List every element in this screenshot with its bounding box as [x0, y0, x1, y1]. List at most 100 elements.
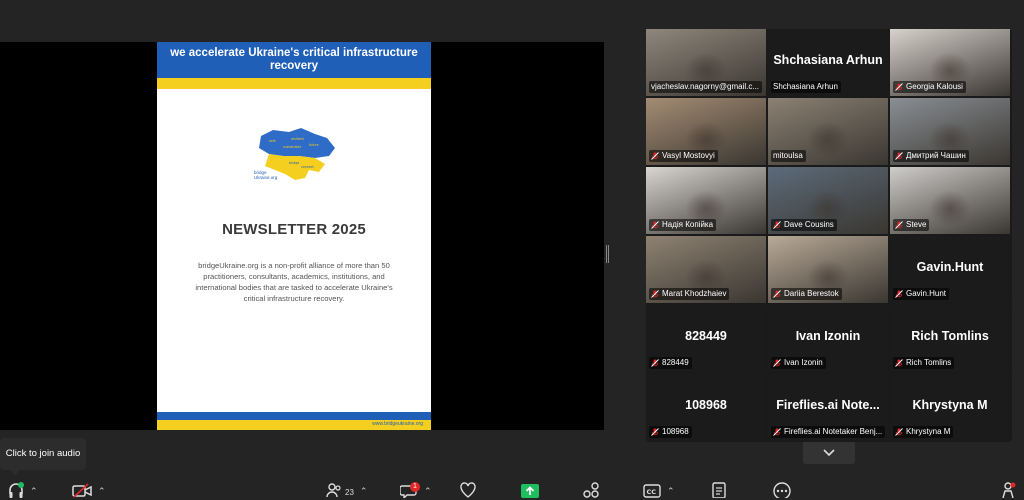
slide-description: bridgeUkraine.org is a non-profit allian… — [195, 261, 393, 303]
participant-name-label: Dave Cousins — [771, 219, 837, 231]
slide-banner: we accelerate Ukraine's critical infrast… — [157, 42, 431, 78]
join-audio-tooltip: Click to join audio — [0, 438, 86, 475]
participant-name: Georgia Kalousi — [906, 82, 963, 91]
participant-display-name: Fireflies.ai Note... — [776, 398, 880, 412]
slide-brand: bridge Ukraine.org — [254, 170, 278, 180]
participant-name-label: Gavin.Hunt — [893, 288, 950, 300]
participant-name: Дмитрий Чашин — [906, 151, 966, 160]
participant-name-label: Vasyl Mostovyi — [649, 150, 718, 162]
more-button[interactable] — [773, 482, 791, 500]
shared-screen: we accelerate Ukraine's critical infrast… — [0, 42, 604, 430]
mic-muted-icon — [895, 221, 903, 229]
participant-name: Ivan Izonin — [784, 358, 823, 367]
participant-display-name: Ivan Izonin — [795, 329, 861, 343]
participant-name-label: Khrystyna M — [893, 426, 954, 438]
headphones-icon — [9, 482, 24, 498]
participant-name: Dariia Berestok — [784, 289, 839, 298]
captions-chevron-icon[interactable]: ⌃ — [667, 486, 675, 497]
slide-yellow-stripe — [157, 78, 431, 89]
participant-name-label: 108968 — [649, 426, 692, 438]
mic-muted-icon — [895, 359, 903, 367]
mic-muted-icon — [895, 152, 903, 160]
participant-tile[interactable]: Marat Khodzhaiev — [646, 236, 766, 303]
svg-text:safe: safe — [269, 139, 276, 143]
participant-name-label: Georgia Kalousi — [893, 81, 966, 93]
reactions-button[interactable] — [460, 482, 476, 500]
participant-tile[interactable]: Dariia Berestok — [768, 236, 888, 303]
mic-muted-icon — [651, 359, 659, 367]
participant-name-label: mitoulsa — [771, 150, 806, 162]
svg-text:bridge: bridge — [289, 161, 299, 165]
leave-button[interactable] — [1000, 482, 1016, 500]
participants-button[interactable]: 23 ⌃ — [326, 482, 367, 500]
participant-tile[interactable]: 108968 108968 — [646, 374, 766, 441]
slide-footer-blue — [157, 412, 431, 420]
splitter-handle[interactable] — [606, 245, 609, 263]
participant-name-label: Rich Tomlins — [893, 357, 955, 369]
meeting-toolbar: ⌃ ⌃ 23 ⌃ 1 ⌃ CC ⌃ — [0, 478, 1024, 500]
collapse-gallery-button[interactable] — [803, 442, 855, 464]
closed-captions-icon: CC — [643, 484, 661, 498]
participant-tile[interactable]: Georgia Kalousi — [890, 29, 1010, 96]
mic-muted-icon — [773, 359, 781, 367]
participant-name-label: Shchasiana Arhun — [771, 81, 841, 93]
participant-name: Steve — [906, 220, 927, 229]
participants-icon — [326, 483, 341, 498]
participant-name-label: Дмитрий Чашин — [893, 150, 969, 162]
participant-tile[interactable]: 828449 828449 — [646, 305, 766, 372]
participant-name: Khrystyna M — [906, 427, 951, 436]
newsletter-slide: we accelerate Ukraine's critical infrast… — [157, 42, 431, 430]
video-options-chevron-icon[interactable]: ⌃ — [98, 486, 106, 497]
mic-muted-icon — [773, 290, 781, 298]
notes-icon — [712, 482, 726, 498]
participant-name: Rich Tomlins — [906, 358, 952, 367]
participant-tile[interactable]: Дмитрий Чашин — [890, 98, 1010, 165]
mic-muted-icon — [773, 428, 781, 436]
captions-button[interactable]: CC ⌃ — [643, 482, 675, 500]
svg-text:CC: CC — [647, 488, 657, 496]
participant-name-label: Dariia Berestok — [771, 288, 842, 300]
mic-muted-icon — [651, 428, 659, 436]
svg-text:connect: connect — [301, 165, 314, 169]
participant-name: Fireflies.ai Notetaker Benj... — [784, 427, 883, 436]
participant-name: 828449 — [662, 358, 689, 367]
mic-muted-icon — [895, 428, 903, 436]
person-icon — [1002, 482, 1016, 498]
participant-name-label: Steve — [893, 219, 930, 231]
start-video-button[interactable]: ⌃ — [72, 482, 106, 500]
participant-name-label: Надія Копійка — [649, 219, 717, 231]
share-screen-button[interactable] — [521, 482, 539, 500]
participant-name-label: Ivan Izonin — [771, 357, 826, 369]
participant-tile[interactable]: Надія Копійка — [646, 167, 766, 234]
participant-tile[interactable]: vjacheslav.nagorny@gmail.c... — [646, 29, 766, 96]
participant-tile[interactable]: Shchasiana Arhun Shchasiana Arhun — [768, 29, 888, 96]
participant-tile[interactable]: Dave Cousins — [768, 167, 888, 234]
chat-chevron-icon[interactable]: ⌃ — [424, 486, 432, 497]
chat-unread-badge: 1 — [410, 482, 420, 492]
participant-tile[interactable]: Fireflies.ai Note... Fireflies.ai Notetak… — [768, 374, 888, 441]
participant-tile[interactable]: Gavin.Hunt Gavin.Hunt — [890, 236, 1010, 303]
participant-name-label: Fireflies.ai Notetaker Benj... — [771, 426, 885, 438]
participant-tile[interactable]: Vasyl Mostovyi — [646, 98, 766, 165]
audio-options-chevron-icon[interactable]: ⌃ — [30, 486, 38, 497]
participant-display-name: 108968 — [685, 398, 727, 412]
join-audio-button[interactable]: ⌃ — [8, 482, 38, 500]
more-icon — [773, 482, 791, 498]
mic-muted-icon — [651, 221, 659, 229]
participants-count: 23 — [345, 488, 354, 497]
participants-chevron-icon[interactable]: ⌃ — [360, 486, 368, 497]
participant-name: Marat Khodzhaiev — [662, 289, 727, 298]
participant-tile[interactable]: Khrystyna M Khrystyna M — [890, 374, 1010, 441]
svg-text:sustainable: sustainable — [283, 145, 301, 149]
participant-name-label: 828449 — [649, 357, 692, 369]
slide-footer-url: www.bridgeukraine.org — [372, 421, 423, 427]
participant-tile[interactable]: Ivan Izonin Ivan Izonin — [768, 305, 888, 372]
notes-button[interactable] — [711, 482, 727, 500]
mic-muted-icon — [651, 152, 659, 160]
mic-muted-icon — [895, 83, 903, 91]
participant-tile[interactable]: mitoulsa — [768, 98, 888, 165]
chat-button[interactable]: 1 ⌃ — [400, 482, 432, 500]
participant-tile[interactable]: Rich Tomlins Rich Tomlins — [890, 305, 1010, 372]
apps-button[interactable] — [583, 482, 599, 500]
participant-tile[interactable]: Steve — [890, 167, 1010, 234]
